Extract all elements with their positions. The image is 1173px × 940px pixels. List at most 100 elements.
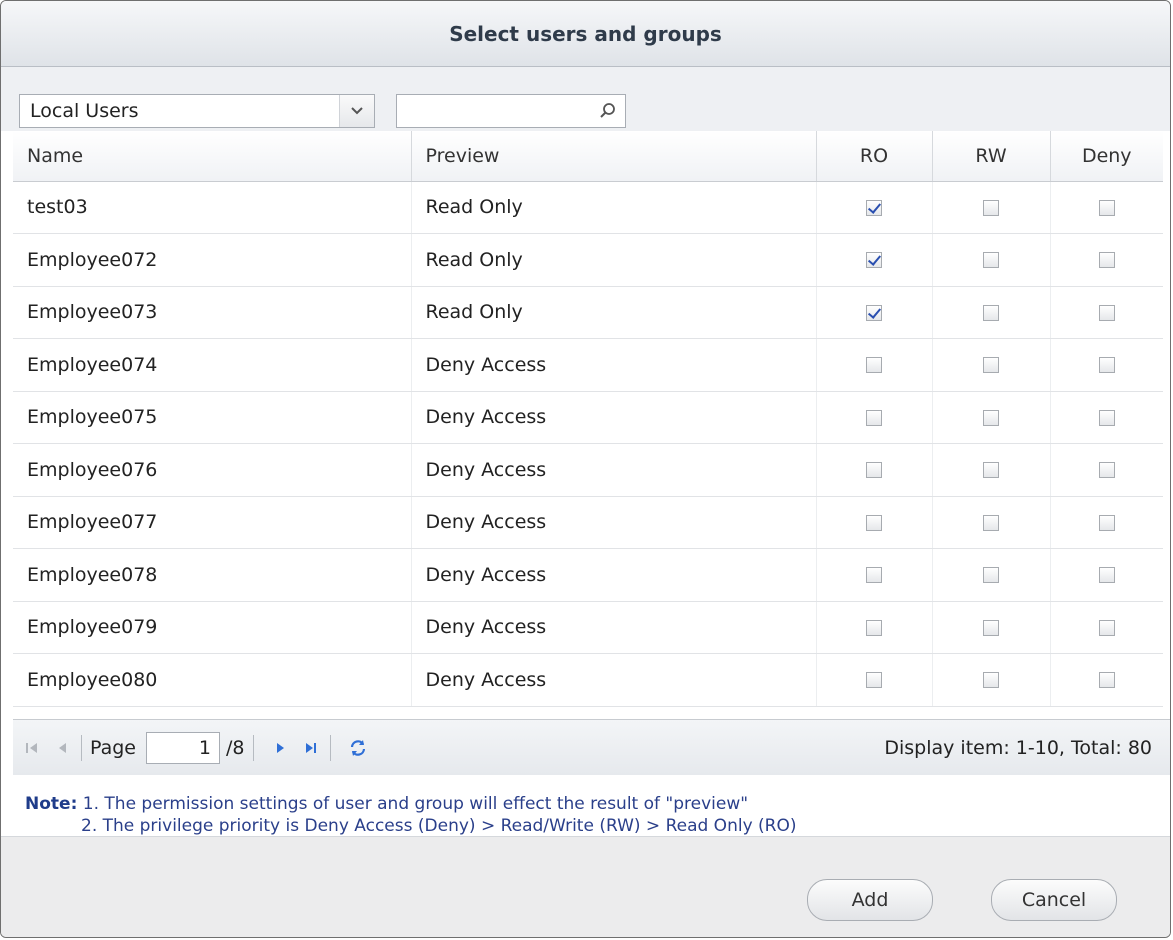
add-button[interactable]: Add — [807, 879, 933, 921]
ro-checkbox[interactable] — [866, 672, 882, 689]
rw-cell — [932, 601, 1051, 654]
ro-cell — [816, 338, 933, 392]
dialog-footer: Add Cancel — [1, 837, 1170, 937]
ro-cell — [816, 443, 933, 497]
column-header-ro[interactable]: RO — [816, 131, 933, 182]
column-header-name[interactable]: Name — [13, 131, 412, 182]
ro-checkbox[interactable] — [866, 619, 882, 636]
user-name-cell: Employee079 — [13, 601, 412, 654]
table-row[interactable]: Employee077 Deny Access — [13, 496, 1163, 549]
preview-cell: Read Only — [411, 233, 817, 287]
ro-checkbox[interactable] — [866, 252, 882, 269]
deny-cell — [1050, 338, 1163, 392]
ro-cell — [816, 391, 933, 444]
column-header-rw[interactable]: RW — [932, 131, 1051, 182]
ro-cell — [816, 548, 933, 602]
column-header-preview[interactable]: Preview — [411, 131, 817, 182]
deny-checkbox[interactable] — [1098, 567, 1115, 584]
ro-checkbox[interactable] — [866, 357, 882, 374]
rw-checkbox[interactable] — [983, 672, 999, 689]
deny-checkbox[interactable] — [1098, 619, 1115, 636]
table-row[interactable]: Employee072 Read Only — [13, 233, 1163, 287]
pagination-bar: Page 1 /8 Display item: 1-10, Total: 80 — [13, 719, 1170, 775]
deny-checkbox[interactable] — [1098, 672, 1115, 689]
dialog-title: Select users and groups — [449, 21, 722, 46]
deny-cell — [1050, 233, 1163, 287]
table-row[interactable]: Employee080 Deny Access — [13, 653, 1163, 707]
table-row[interactable]: Employee075 Deny Access — [13, 391, 1163, 444]
table-row[interactable]: Employee076 Deny Access — [13, 443, 1163, 497]
page-total: /8 — [226, 736, 245, 759]
chevron-down-icon[interactable] — [339, 95, 374, 127]
ro-cell — [816, 181, 933, 234]
rw-checkbox[interactable] — [983, 619, 999, 636]
user-name-cell: Employee072 — [13, 233, 412, 287]
rw-cell — [932, 338, 1051, 392]
search-icon[interactable] — [591, 95, 625, 127]
filter-toolbar: Local Users — [1, 67, 1170, 131]
ro-cell — [816, 233, 933, 287]
table-row[interactable]: Employee073 Read Only — [13, 286, 1163, 339]
preview-cell: Deny Access — [411, 496, 817, 549]
deny-cell — [1050, 496, 1163, 549]
cancel-button[interactable]: Cancel — [991, 879, 1117, 921]
rw-checkbox[interactable] — [983, 567, 999, 584]
first-page-icon[interactable] — [21, 735, 43, 761]
table-row[interactable]: Employee078 Deny Access — [13, 548, 1163, 602]
rw-cell — [932, 391, 1051, 444]
deny-cell — [1050, 286, 1163, 339]
rw-cell — [932, 548, 1051, 602]
display-item-count: Display item: 1-10, Total: 80 — [884, 736, 1152, 759]
ro-cell — [816, 286, 933, 339]
table-row[interactable]: Employee079 Deny Access — [13, 601, 1163, 654]
user-name-cell: Employee077 — [13, 496, 412, 549]
rw-cell — [932, 286, 1051, 339]
rw-checkbox[interactable] — [983, 304, 999, 321]
next-page-icon[interactable] — [270, 735, 292, 761]
rw-checkbox[interactable] — [983, 252, 999, 269]
deny-checkbox[interactable] — [1098, 409, 1115, 426]
deny-cell — [1050, 601, 1163, 654]
refresh-icon[interactable] — [347, 735, 369, 761]
ro-checkbox[interactable] — [866, 409, 882, 426]
pager-divider — [81, 734, 82, 761]
deny-checkbox[interactable] — [1098, 357, 1115, 374]
preview-cell: Deny Access — [411, 653, 817, 707]
ro-checkbox[interactable] — [866, 567, 882, 584]
preview-cell: Deny Access — [411, 443, 817, 497]
ro-checkbox[interactable] — [866, 462, 882, 479]
column-header-deny[interactable]: Deny — [1050, 131, 1163, 182]
ro-checkbox[interactable] — [866, 304, 882, 321]
deny-checkbox[interactable] — [1098, 252, 1115, 269]
deny-checkbox[interactable] — [1098, 462, 1115, 479]
page-number-input[interactable]: 1 — [146, 731, 220, 764]
search-input[interactable] — [403, 96, 597, 128]
note-label: Note: — [25, 794, 78, 814]
last-page-icon[interactable] — [300, 735, 322, 761]
ro-checkbox[interactable] — [866, 514, 882, 531]
deny-checkbox[interactable] — [1098, 304, 1115, 321]
table-row[interactable]: test03 Read Only — [13, 181, 1163, 234]
scope-select-value: Local Users — [30, 100, 139, 122]
note-section: Note: 1. The permission settings of user… — [1, 775, 1170, 837]
rw-checkbox[interactable] — [983, 409, 999, 426]
ro-cell — [816, 601, 933, 654]
previous-page-icon[interactable] — [51, 735, 73, 761]
rw-checkbox[interactable] — [983, 462, 999, 479]
preview-cell: Deny Access — [411, 548, 817, 602]
rw-checkbox[interactable] — [983, 357, 999, 374]
rw-checkbox[interactable] — [983, 199, 999, 216]
scope-select[interactable]: Local Users — [19, 94, 375, 128]
deny-checkbox[interactable] — [1098, 514, 1115, 531]
deny-checkbox[interactable] — [1098, 199, 1115, 216]
rw-checkbox[interactable] — [983, 514, 999, 531]
note-line-1: 1. The permission settings of user and g… — [82, 794, 749, 814]
pager-divider — [329, 734, 331, 761]
rw-cell — [932, 496, 1051, 549]
user-name-cell: Employee075 — [13, 391, 412, 444]
note-line-2: 2. The privilege priority is Deny Access… — [81, 816, 797, 836]
preview-cell: Deny Access — [411, 391, 817, 444]
table-row[interactable]: Employee074 Deny Access — [13, 338, 1163, 392]
pager-divider — [252, 734, 254, 761]
ro-checkbox[interactable] — [866, 199, 882, 216]
